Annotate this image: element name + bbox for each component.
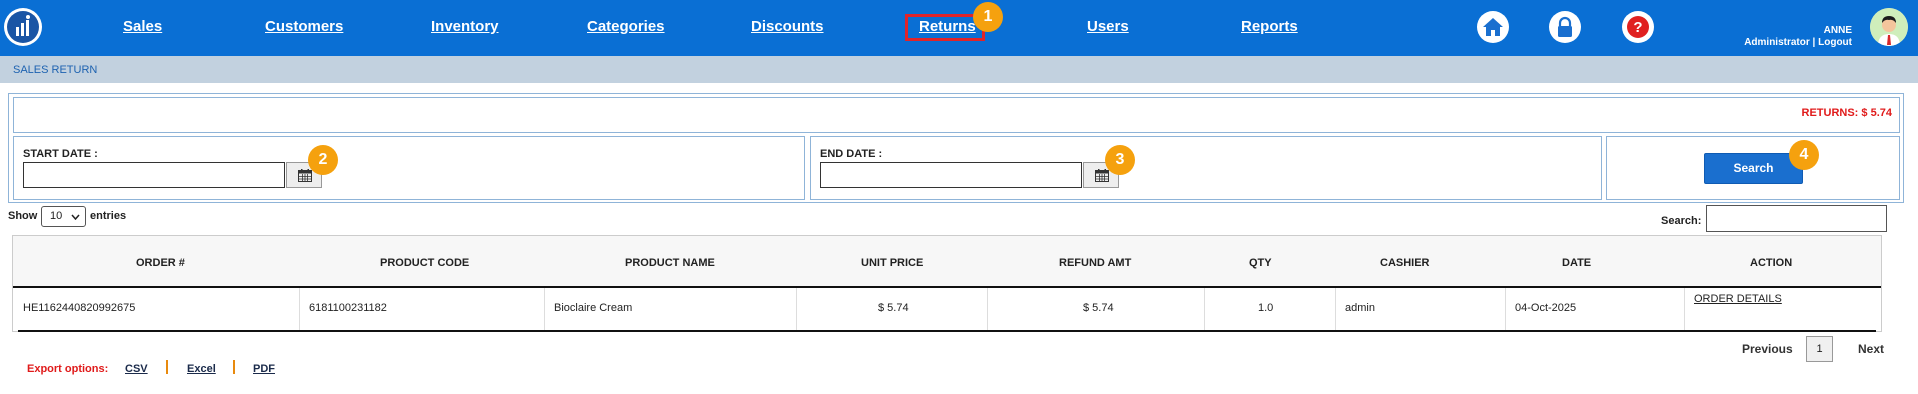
th-unit-price[interactable]: UNIT PRICE: [861, 257, 923, 269]
th-action: ACTION: [1750, 257, 1793, 269]
page-title: SALES RETURN: [13, 64, 98, 76]
user-role-line: Administrator | Logout: [1744, 37, 1852, 48]
returns-total: RETURNS: $ 5.74: [1801, 107, 1892, 119]
export-csv-link[interactable]: CSV: [125, 363, 148, 375]
returns-table: ORDER # PRODUCT CODE PRODUCT NAME UNIT P…: [12, 235, 1882, 332]
step-badge-2: 2: [308, 145, 338, 175]
end-date-label: END DATE :: [820, 148, 883, 160]
cell-qty: 1.0: [1258, 302, 1274, 314]
nav-reports[interactable]: Reports: [1241, 18, 1298, 35]
entries-select-value: 10: [50, 210, 63, 222]
nav-inventory[interactable]: Inventory: [431, 18, 499, 35]
export-excel-link[interactable]: Excel: [187, 363, 216, 375]
nav-sales[interactable]: Sales: [123, 18, 162, 35]
cell-refund-amt: $ 5.74: [1083, 302, 1114, 314]
th-product-name[interactable]: PRODUCT NAME: [625, 257, 715, 269]
table-search-label: Search:: [1661, 215, 1702, 227]
cell-date: 04-Oct-2025: [1515, 302, 1577, 314]
logout-link[interactable]: Logout: [1818, 37, 1852, 48]
export-separator: [166, 360, 168, 374]
nav-users[interactable]: Users: [1087, 18, 1129, 35]
end-date-input[interactable]: [820, 162, 1082, 188]
svg-text:?: ?: [1633, 19, 1642, 36]
cell-order: HE1162440820992675: [23, 302, 136, 314]
user-role: Administrator: [1744, 37, 1810, 48]
app-logo[interactable]: [4, 8, 42, 46]
cell-product-name: Bioclaire Cream: [554, 302, 633, 314]
top-navbar: Sales Customers Inventory Categories Dis…: [0, 0, 1918, 56]
user-separator: |: [1812, 37, 1816, 48]
order-details-link[interactable]: ORDER DETAILS: [1694, 293, 1782, 305]
th-cashier[interactable]: CASHIER: [1380, 257, 1430, 269]
returns-total-panel: [13, 97, 1900, 133]
th-order[interactable]: ORDER #: [136, 257, 185, 269]
avatar[interactable]: [1870, 8, 1908, 46]
home-icon[interactable]: [1477, 11, 1509, 43]
show-label: Show: [8, 210, 38, 222]
export-pdf-link[interactable]: PDF: [253, 363, 275, 375]
entries-label: entries: [90, 210, 127, 222]
table-row: HE1162440820992675 6181100231182 Bioclai…: [18, 288, 1876, 332]
th-qty[interactable]: QTY: [1249, 257, 1272, 269]
step-badge-3: 3: [1105, 145, 1135, 175]
export-label: Export options:: [27, 363, 109, 375]
chevron-down-icon: [71, 214, 80, 220]
nav-discounts[interactable]: Discounts: [751, 18, 824, 35]
page-title-bar: SALES RETURN: [0, 56, 1918, 83]
calendar-icon: [1095, 169, 1109, 182]
calendar-icon: [298, 169, 312, 182]
cell-cashier: admin: [1345, 302, 1375, 314]
th-product-code[interactable]: PRODUCT CODE: [380, 257, 469, 269]
nav-customers[interactable]: Customers: [265, 18, 343, 35]
start-date-input[interactable]: [23, 162, 285, 188]
help-icon[interactable]: ?: [1622, 11, 1654, 43]
step-badge-1: 1: [973, 2, 1003, 32]
cell-product-code: 6181100231182: [309, 302, 387, 314]
step-badge-4: 4: [1789, 140, 1819, 170]
cell-unit-price: $ 5.74: [878, 302, 909, 314]
th-date[interactable]: DATE: [1562, 257, 1591, 269]
pagination-previous[interactable]: Previous: [1742, 342, 1793, 356]
export-separator: [233, 360, 235, 374]
user-name: ANNE: [1823, 25, 1852, 36]
lock-icon[interactable]: [1549, 11, 1581, 43]
pagination-next[interactable]: Next: [1858, 342, 1884, 356]
nav-categories[interactable]: Categories: [587, 18, 665, 35]
start-date-label: START DATE :: [23, 148, 98, 160]
entries-select[interactable]: 10: [41, 206, 86, 227]
search-button[interactable]: Search: [1704, 153, 1803, 184]
th-refund-amt[interactable]: REFUND AMT: [1059, 257, 1131, 269]
table-search-input[interactable]: [1706, 205, 1887, 232]
table-header: ORDER # PRODUCT CODE PRODUCT NAME UNIT P…: [13, 236, 1881, 288]
pagination-page[interactable]: 1: [1806, 336, 1833, 362]
